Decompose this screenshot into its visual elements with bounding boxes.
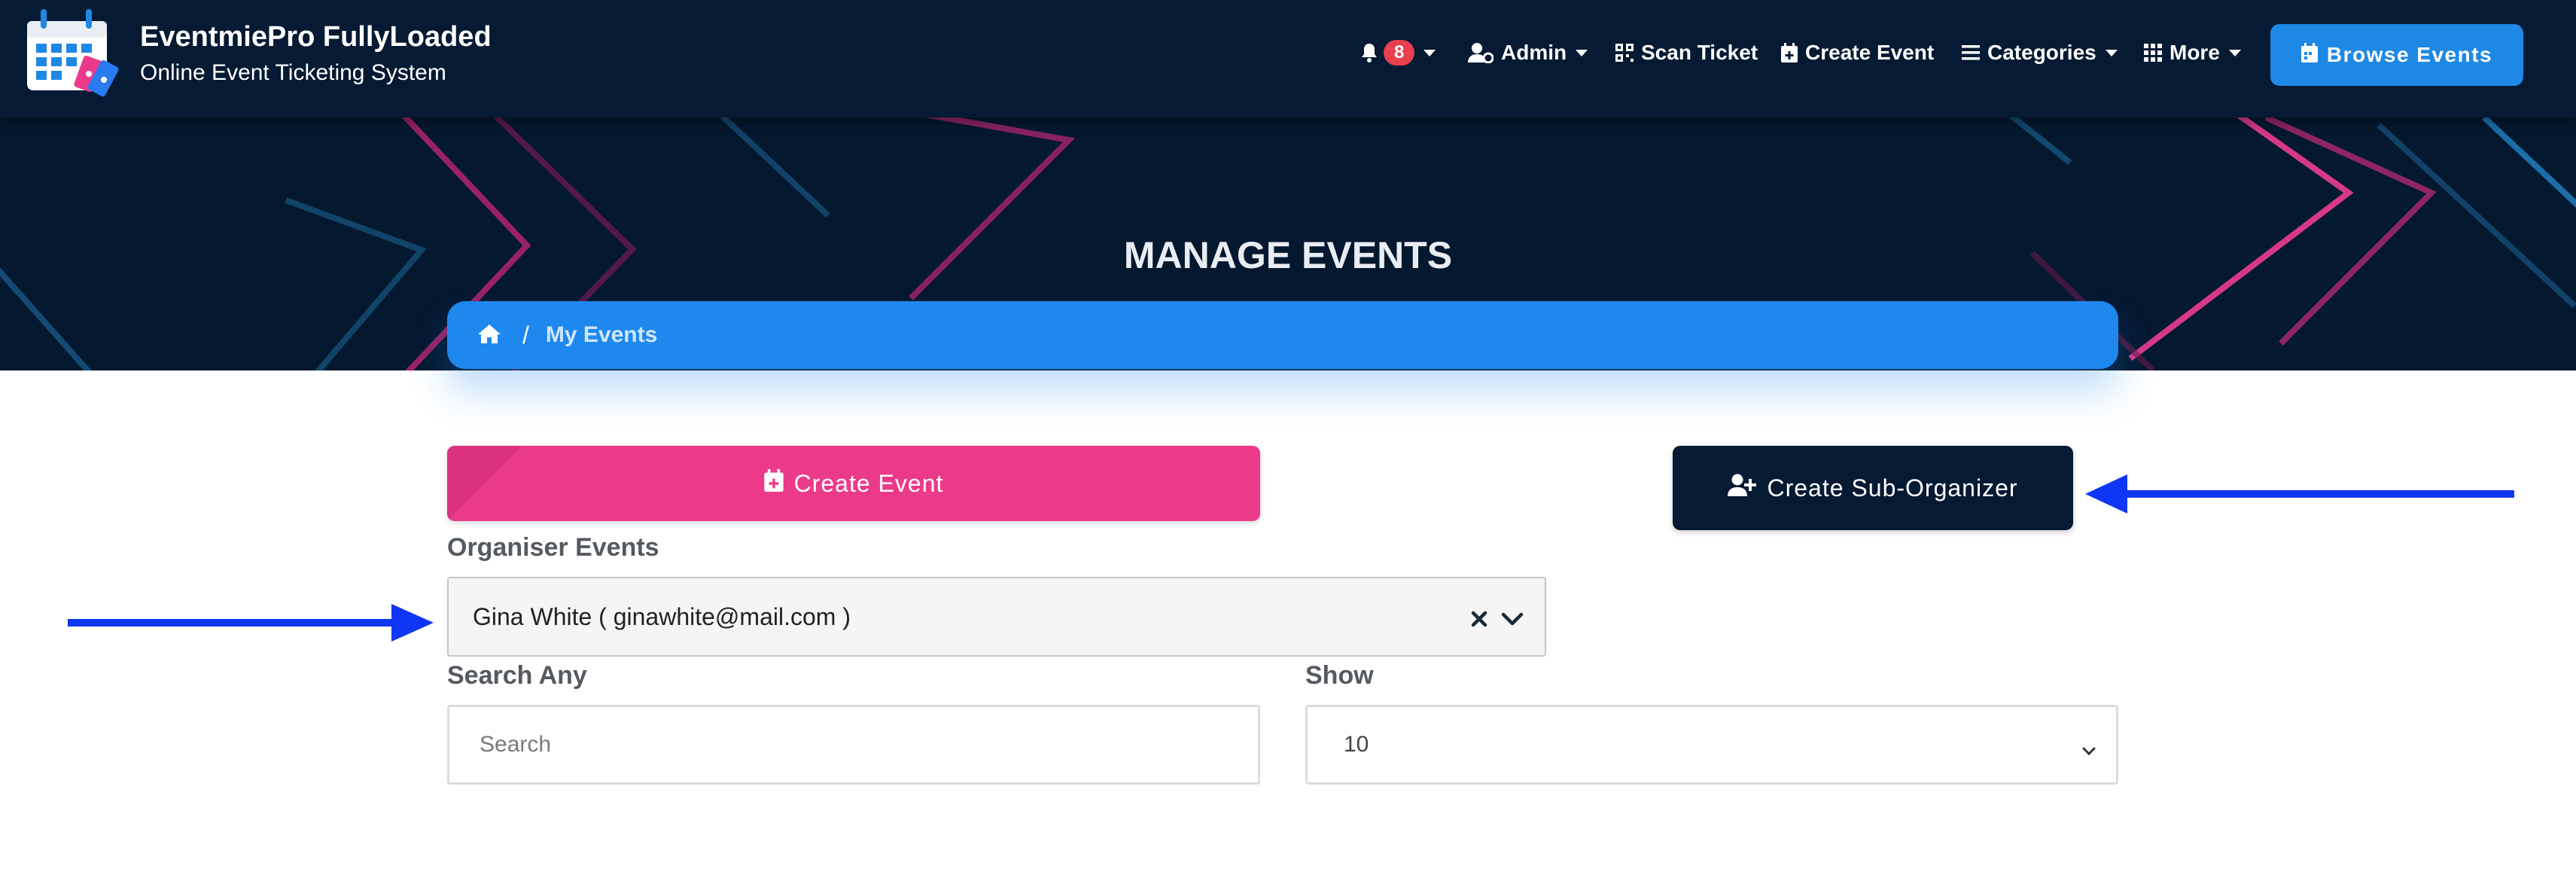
breadcrumb: / My Events (447, 301, 2118, 369)
scan-ticket-link[interactable]: Scan Ticket (1615, 38, 1758, 68)
calendar-plus-icon (1781, 43, 1798, 62)
organiser-selected-value: Gina White ( ginawhite@mail.com ) (473, 602, 851, 630)
breadcrumb-separator: / (522, 321, 529, 349)
categories-menu[interactable]: Categories (1962, 38, 2118, 68)
show-entries-select[interactable]: 10 (1305, 705, 2118, 785)
annotation-arrow-left-icon (2085, 474, 2514, 514)
page-title: MANAGE EVENTS (1123, 234, 1453, 276)
button-corner-decoration (447, 446, 522, 521)
notifications-menu[interactable]: 8 (1361, 38, 1436, 68)
top-navbar: EventmiePro FullyLoaded Online Event Tic… (0, 0, 2576, 117)
clear-x-icon[interactable] (1471, 605, 1487, 633)
notifications-badge: 8 (1384, 40, 1415, 66)
user-plus-icon (1728, 474, 1757, 502)
search-any-label: Search Any (447, 661, 587, 690)
grid-icon (2144, 44, 2162, 62)
annotation-arrow-right-icon (68, 604, 434, 642)
home-icon[interactable] (477, 323, 501, 348)
brand-title[interactable]: EventmiePro FullyLoaded (140, 21, 492, 53)
create-sub-organizer-label: Create Sub-Organizer (1767, 474, 2018, 501)
scan-ticket-label: Scan Ticket (1641, 41, 1758, 64)
browse-events-label: Browse Events (2326, 43, 2493, 66)
calendar-plus-icon (763, 469, 784, 498)
brand-subtitle: Online Event Ticketing System (140, 60, 446, 85)
show-selected-value: 10 (1344, 732, 1369, 757)
show-label: Show (1305, 661, 1374, 690)
create-event-link[interactable]: Create Event (1781, 38, 1934, 68)
create-event-button[interactable]: Create Event (447, 446, 1260, 521)
search-input[interactable] (447, 705, 1260, 785)
organiser-select[interactable]: Gina White ( ginawhite@mail.com ) (447, 577, 1546, 657)
chevron-down-icon[interactable] (1501, 605, 1524, 633)
qrcode-icon (1615, 44, 1634, 62)
create-sub-organizer-button[interactable]: Create Sub-Organizer (1673, 446, 2073, 530)
chevron-down-icon (2105, 49, 2118, 56)
user-gear-icon (1468, 42, 1494, 63)
categories-label: Categories (1987, 41, 2096, 64)
browse-events-button[interactable]: Browse Events (2270, 24, 2523, 86)
create-event-nav-label: Create Event (1805, 41, 1935, 64)
brand-logo-icon[interactable] (24, 5, 122, 99)
bell-icon (1361, 43, 1378, 62)
bars-icon (1962, 44, 1980, 61)
admin-label: Admin (1501, 41, 1567, 64)
more-label: More (2170, 41, 2220, 64)
more-menu[interactable]: More (2144, 38, 2241, 68)
admin-menu[interactable]: Admin (1468, 38, 1588, 68)
chevron-down-icon (1423, 49, 1436, 56)
organiser-events-label: Organiser Events (447, 533, 659, 562)
chevron-down-icon (2228, 49, 2241, 56)
chevron-down-icon (2081, 737, 2096, 763)
chevron-down-icon (1576, 49, 1588, 56)
calendar-icon (2300, 42, 2318, 68)
create-event-label: Create Event (793, 469, 944, 497)
breadcrumb-current: My Events (545, 322, 658, 347)
